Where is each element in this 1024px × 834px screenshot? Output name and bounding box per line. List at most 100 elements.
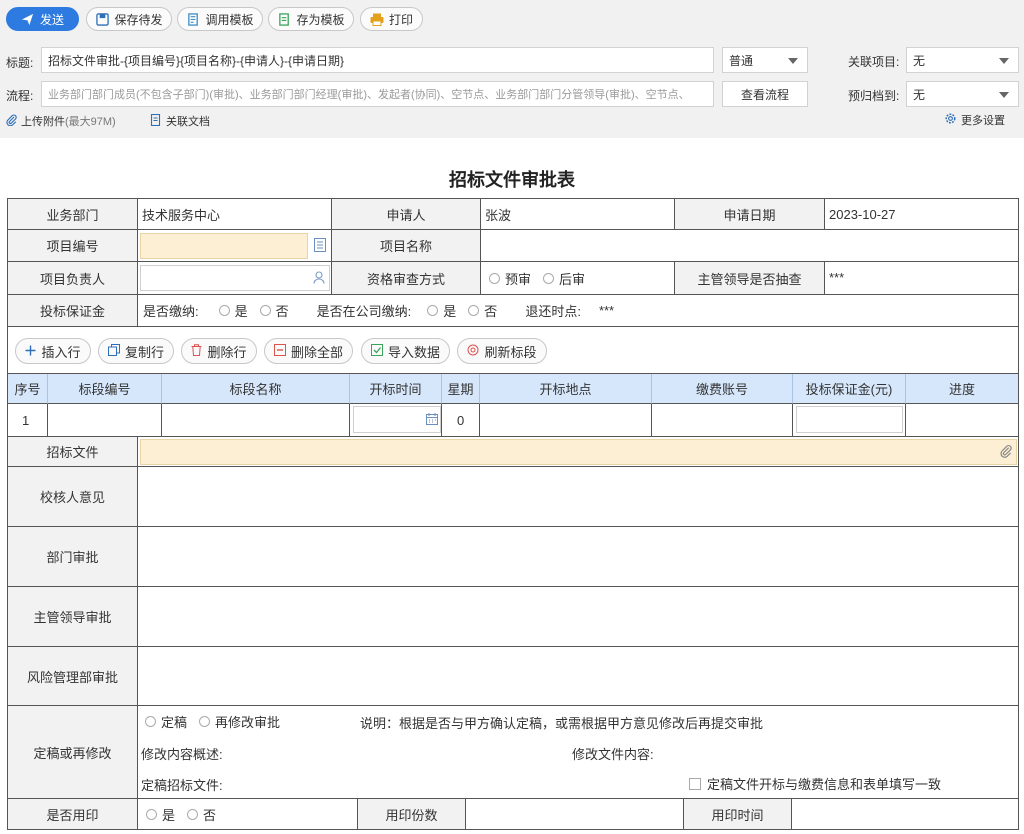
save-template-button[interactable]: 存为模板 xyxy=(268,7,354,31)
risk-approval-area[interactable] xyxy=(138,647,1019,706)
paperclip-icon xyxy=(6,114,17,129)
import-icon xyxy=(370,343,383,359)
document-link-icon xyxy=(150,113,162,129)
save-icon xyxy=(95,12,109,26)
finalize-note: 说明：根据是否与甲方确认定稿，或需根据甲方意见修改后再提交审批 xyxy=(360,716,764,731)
refund-label: 退还时点: xyxy=(525,304,581,319)
chevron-down-icon xyxy=(999,92,1009,98)
chevron-down-icon xyxy=(999,58,1009,64)
re-review-radio[interactable]: 再修改审批 xyxy=(199,712,280,731)
paid-no-radio[interactable]: 否 xyxy=(259,301,289,320)
import-data-button[interactable]: 导入数据 xyxy=(361,338,450,364)
list-icon[interactable] xyxy=(314,238,326,255)
project-no-label: 项目编号 xyxy=(8,230,138,262)
final-file-label: 定稿招标文件: xyxy=(141,778,223,793)
seal-copies-input[interactable] xyxy=(466,799,684,830)
save-draft-button[interactable]: 保存待发 xyxy=(86,7,172,31)
refresh-sections-button[interactable]: 刷新标段 xyxy=(457,338,547,364)
template-icon xyxy=(186,12,200,26)
refresh-icon xyxy=(467,344,479,359)
reviewer-opinion-area[interactable] xyxy=(138,467,1019,527)
paid-company-no-radio[interactable]: 否 xyxy=(468,301,497,320)
tender-file-input[interactable] xyxy=(140,439,1017,465)
deposit-input[interactable] xyxy=(796,406,903,433)
finalize-label: 定稿或再修改 xyxy=(8,706,138,799)
related-project-label: 关联项目: xyxy=(848,55,900,69)
row-section-no[interactable] xyxy=(48,404,162,437)
save-template-icon xyxy=(277,12,291,26)
project-name-label: 项目名称 xyxy=(332,230,481,262)
row-location[interactable] xyxy=(480,404,652,437)
paperclip-icon[interactable] xyxy=(1000,444,1012,461)
row-progress xyxy=(906,404,1019,437)
more-settings-link[interactable]: 更多设置 xyxy=(944,112,1005,128)
reviewer-opinion-label: 校核人意见 xyxy=(8,467,138,527)
project-lead-label: 项目负责人 xyxy=(8,262,138,295)
dept-approval-label: 部门审批 xyxy=(8,527,138,587)
delete-row-button[interactable]: 删除行 xyxy=(181,338,257,364)
post-review-radio[interactable]: 后审 xyxy=(543,269,585,288)
copy-row-button[interactable]: 复制行 xyxy=(98,338,174,364)
delete-all-icon xyxy=(273,343,286,359)
chevron-down-icon xyxy=(788,58,798,64)
pre-review-radio[interactable]: 预审 xyxy=(489,269,531,288)
date-value: 2023-10-27 xyxy=(825,199,1019,230)
flow-label: 流程: xyxy=(6,89,34,103)
seal-time-input[interactable] xyxy=(792,799,1019,830)
delete-all-button[interactable]: 删除全部 xyxy=(264,338,353,364)
col-header-progress: 进度 xyxy=(906,374,1019,404)
row-weekday: 0 xyxy=(442,404,480,437)
tender-file-label: 招标文件 xyxy=(8,437,138,467)
send-icon xyxy=(21,12,35,26)
plus-icon xyxy=(25,344,36,359)
apply-template-button[interactable]: 调用模板 xyxy=(177,7,263,31)
leader-approval-label: 主管领导审批 xyxy=(8,587,138,647)
dept-value: 技术服务中心 xyxy=(138,199,332,230)
flow-input[interactable]: 业务部门部门成员(不包含子部门)(审批)、业务部门部门经理(审批)、发起者(协同… xyxy=(41,81,714,107)
related-document-link[interactable]: 关联文档 xyxy=(150,113,210,129)
col-header-section-no: 标段编号 xyxy=(48,374,162,404)
paid-company-yes-radio[interactable]: 是 xyxy=(427,301,456,320)
calendar-icon[interactable] xyxy=(426,413,438,428)
view-flow-button[interactable]: 查看流程 xyxy=(722,81,808,107)
change-summary-label: 修改内容概述: xyxy=(141,747,223,762)
seal-options: 是 否 xyxy=(138,799,358,830)
insert-row-button[interactable]: 插入行 xyxy=(15,338,91,364)
row-no: 1 xyxy=(8,404,48,437)
printer-icon xyxy=(370,12,384,26)
deposit-label: 投标保证金 xyxy=(8,295,138,327)
col-header-deposit: 投标保证金(元) xyxy=(793,374,906,404)
project-lead-input[interactable] xyxy=(140,265,330,291)
date-label: 申请日期 xyxy=(675,199,825,230)
spot-check-value: *** xyxy=(825,262,1019,295)
col-header-open-time: 开标时间 xyxy=(350,374,442,404)
applicant-label: 申请人 xyxy=(332,199,481,230)
col-header-account: 缴费账号 xyxy=(652,374,793,404)
related-project-select[interactable]: 无 xyxy=(906,47,1019,73)
paid-question: 是否缴纳: xyxy=(143,304,199,319)
paid-yes-radio[interactable]: 是 xyxy=(218,301,248,320)
refund-value: *** xyxy=(598,303,615,318)
send-button[interactable]: 发送 xyxy=(6,7,79,31)
project-no-input[interactable] xyxy=(140,233,308,259)
spot-check-label: 主管领导是否抽查 xyxy=(675,262,825,295)
consistent-checkbox[interactable]: 定稿文件开标与缴费信息和表单填写一致 xyxy=(689,774,941,793)
dept-approval-area[interactable] xyxy=(138,527,1019,587)
upload-attachment-link[interactable]: 上传附件 (最大97M) xyxy=(6,113,116,129)
finalize-radio[interactable]: 定稿 xyxy=(145,712,187,731)
archive-select[interactable]: 无 xyxy=(906,81,1019,107)
leader-approval-area[interactable] xyxy=(138,587,1019,647)
row-section-name[interactable] xyxy=(162,404,350,437)
col-header-no: 序号 xyxy=(8,374,48,404)
seal-copies-label: 用印份数 xyxy=(358,799,466,830)
print-button[interactable]: 打印 xyxy=(360,7,423,31)
seal-label: 是否用印 xyxy=(8,799,138,830)
row-account[interactable] xyxy=(652,404,793,437)
seal-yes-radio[interactable]: 是 xyxy=(146,805,175,824)
user-select-icon[interactable] xyxy=(313,271,325,287)
priority-select[interactable]: 普通 xyxy=(722,47,808,73)
project-name-input[interactable] xyxy=(481,230,1019,262)
qual-review-label: 资格审查方式 xyxy=(332,262,481,295)
seal-no-radio[interactable]: 否 xyxy=(187,805,216,824)
title-input[interactable]: 招标文件审批-{项目编号}{项目名称}-{申请人}-{申请日期} xyxy=(41,47,714,73)
